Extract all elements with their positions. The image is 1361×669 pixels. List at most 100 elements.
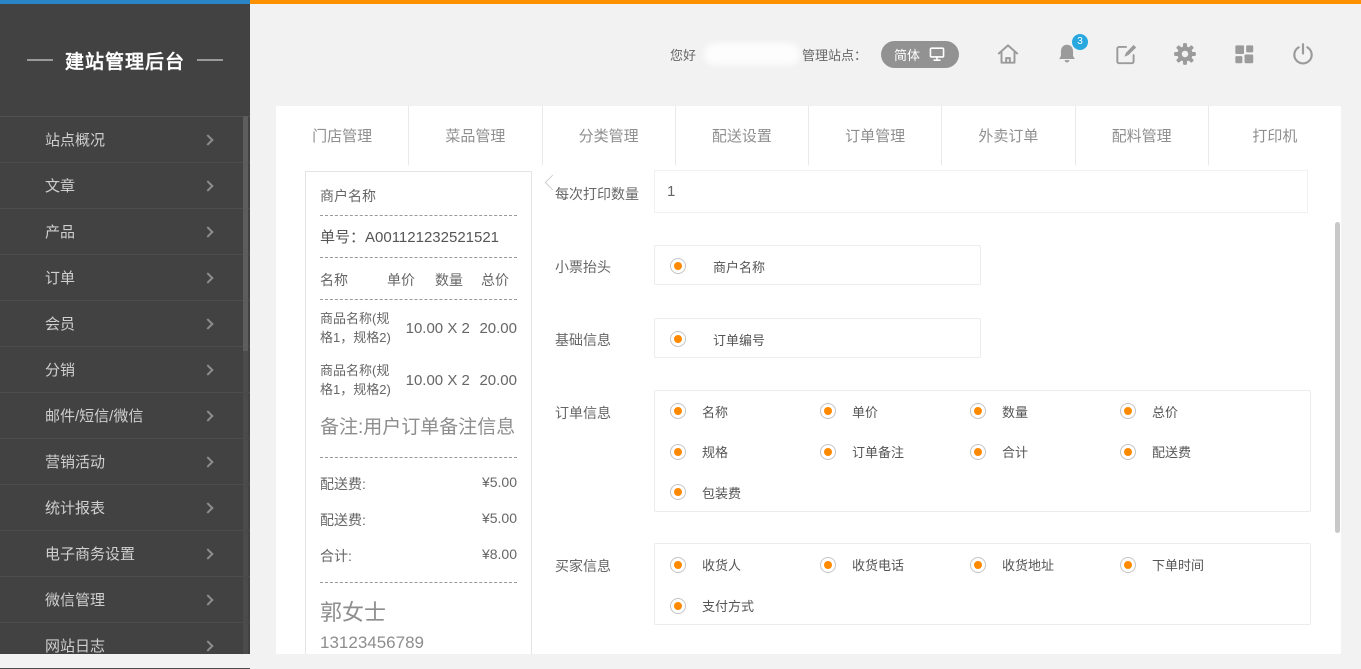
- tab-delivery[interactable]: 配送设置: [675, 106, 808, 165]
- radio-selected[interactable]: [670, 403, 686, 419]
- tab-takeout[interactable]: 外卖订单: [941, 106, 1074, 165]
- fee-label: 配送费:: [320, 474, 366, 494]
- order-info-options: 名称 单价 数量 总价 规格 订单备注 合计 配送费 包装费: [654, 390, 1311, 512]
- option-unit-price: 单价: [805, 402, 955, 421]
- sidebar-scrollbar-thumb[interactable]: [243, 116, 248, 351]
- option-order-remark: 订单备注: [805, 442, 955, 461]
- basic-info-options: 订单编号: [654, 318, 981, 358]
- option-label: 订单编号: [713, 330, 765, 349]
- radio-selected[interactable]: [820, 403, 836, 419]
- col-name: 名称: [320, 270, 387, 290]
- chevron-right-icon: [202, 594, 213, 605]
- tab-store[interactable]: 门店管理: [276, 106, 408, 165]
- tab-printer[interactable]: 打印机: [1208, 106, 1341, 165]
- sidebar-item-wechat[interactable]: 微信管理: [0, 577, 250, 623]
- radio-selected[interactable]: [670, 557, 686, 573]
- sidebar-item-articles[interactable]: 文章: [0, 163, 250, 209]
- item-calc: 10.00 X 2: [396, 372, 479, 389]
- chevron-right-icon: [202, 272, 213, 283]
- option-merchant-name: 商户名称: [655, 257, 805, 276]
- sidebar-item-label: 订单: [45, 267, 204, 288]
- tab-dishes[interactable]: 菜品管理: [408, 106, 541, 165]
- radio-selected[interactable]: [670, 444, 686, 460]
- option-label: 数量: [1002, 402, 1028, 421]
- language-label: 简体: [894, 45, 920, 64]
- option-packaging-fee: 包装费: [655, 483, 805, 502]
- receipt-merchant-name: 商户名称: [320, 186, 517, 206]
- radio-selected[interactable]: [970, 557, 986, 573]
- edit-icon[interactable]: [1113, 41, 1139, 67]
- option-label: 支付方式: [702, 596, 754, 615]
- notifications-bell-icon[interactable]: 3: [1054, 41, 1080, 67]
- radio-selected[interactable]: [670, 331, 686, 347]
- receipt-remark: 备注:用户订单备注信息: [320, 413, 517, 442]
- option-label: 收货电话: [852, 555, 904, 574]
- sidebar-item-members[interactable]: 会员: [0, 301, 250, 347]
- radio-selected[interactable]: [820, 557, 836, 573]
- sidebar-item-orders[interactable]: 订单: [0, 255, 250, 301]
- receipt-item-row: 商品名称(规格1，规格2) 10.00 X 2 20.00: [320, 362, 517, 400]
- radio-selected[interactable]: [970, 444, 986, 460]
- sidebar-scrollbar[interactable]: [243, 116, 248, 654]
- option-label: 收货地址: [1002, 555, 1054, 574]
- item-total: 20.00: [479, 320, 517, 337]
- option-phone: 收货电话: [805, 555, 955, 574]
- option-label: 配送费: [1152, 442, 1191, 461]
- power-icon[interactable]: [1290, 41, 1316, 67]
- option-label: 商户名称: [713, 257, 765, 276]
- sidebar-item-overview[interactable]: 站点概况: [0, 117, 250, 163]
- sidebar-item-label: 电子商务设置: [45, 543, 204, 564]
- sidebar-item-ecommerce-settings[interactable]: 电子商务设置: [0, 531, 250, 577]
- sidebar-item-products[interactable]: 产品: [0, 209, 250, 255]
- print-count-input[interactable]: [654, 170, 1308, 213]
- receipt-buyer-name: 郭女士: [320, 595, 517, 627]
- radio-selected[interactable]: [1120, 444, 1136, 460]
- radio-selected[interactable]: [820, 444, 836, 460]
- sidebar-item-distribution[interactable]: 分销: [0, 347, 250, 393]
- receipt-header-label: 小票抬头: [555, 257, 611, 277]
- sidebar-item-messaging[interactable]: 邮件/短信/微信: [0, 393, 250, 439]
- sidebar-item-label: 文章: [45, 175, 204, 196]
- divider: [320, 457, 517, 458]
- header-icons: 3: [995, 41, 1316, 67]
- tab-ingredients[interactable]: 配料管理: [1075, 106, 1208, 165]
- content-scrollbar[interactable]: [1335, 222, 1340, 533]
- sidebar-item-marketing[interactable]: 营销活动: [0, 439, 250, 485]
- sidebar-item-label: 分销: [45, 359, 204, 380]
- language-preview-button[interactable]: 简体: [881, 41, 959, 68]
- option-consignee: 收货人: [655, 555, 805, 574]
- sidebar-item-site-logs[interactable]: 网站日志: [0, 623, 250, 669]
- option-spec: 规格: [655, 442, 805, 461]
- home-icon[interactable]: [995, 41, 1021, 67]
- option-delivery-fee: 配送费: [1105, 442, 1255, 461]
- receipt-total-row: 合计: ¥8.00: [320, 546, 517, 566]
- radio-selected[interactable]: [670, 258, 686, 274]
- receipt-item-row: 商品名称(规格1，规格2) 10.00 X 2 20.00: [320, 310, 517, 348]
- radio-selected[interactable]: [670, 484, 686, 500]
- tab-category[interactable]: 分类管理: [542, 106, 675, 165]
- order-info-label: 订单信息: [555, 403, 611, 423]
- settings-gear-icon[interactable]: [1172, 41, 1198, 67]
- apps-grid-icon[interactable]: [1231, 41, 1257, 67]
- chevron-right-icon: [202, 410, 213, 421]
- option-label: 总价: [1152, 402, 1178, 421]
- radio-selected[interactable]: [970, 403, 986, 419]
- receipt-preview: 商户名称 单号：A001121232521521 名称 单价 数量 总价 商品名…: [305, 171, 532, 654]
- greeting-prefix: 您好: [670, 45, 696, 64]
- sidebar-item-label: 站点概况: [45, 129, 204, 150]
- chevron-right-icon: [202, 548, 213, 559]
- option-payment-method: 支付方式: [655, 596, 805, 615]
- radio-selected[interactable]: [670, 598, 686, 614]
- divider: [320, 257, 517, 258]
- radio-selected[interactable]: [1120, 403, 1136, 419]
- sidebar-item-label: 微信管理: [45, 589, 204, 610]
- radio-selected[interactable]: [1120, 557, 1136, 573]
- item-name: 商品名称(规格1，规格2): [320, 310, 396, 348]
- col-total: 总价: [481, 270, 517, 290]
- sidebar-item-reports[interactable]: 统计报表: [0, 485, 250, 531]
- option-quantity: 数量: [955, 402, 1105, 421]
- tab-orders[interactable]: 订单管理: [808, 106, 941, 165]
- basic-info-label: 基础信息: [555, 330, 611, 350]
- main-panel: 门店管理 菜品管理 分类管理 配送设置 订单管理 外卖订单 配料管理 打印机 商…: [276, 106, 1341, 654]
- chevron-right-icon: [202, 364, 213, 375]
